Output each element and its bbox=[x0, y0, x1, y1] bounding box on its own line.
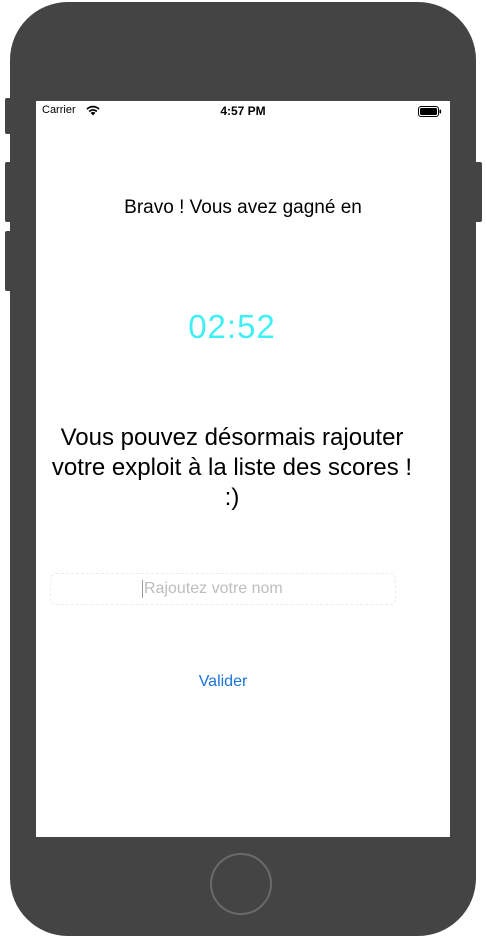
name-input[interactable] bbox=[144, 580, 304, 598]
elapsed-time: 02:52 bbox=[188, 308, 276, 345]
mute-switch bbox=[5, 98, 13, 134]
status-bar: Carrier 4:57 PM bbox=[36, 101, 450, 121]
status-time: 4:57 PM bbox=[220, 104, 266, 118]
win-headline: Bravo ! Vous avez gagné en bbox=[124, 197, 362, 218]
home-button[interactable] bbox=[210, 853, 272, 915]
name-field[interactable] bbox=[50, 573, 396, 605]
power-button bbox=[473, 162, 482, 222]
volume-up-button bbox=[5, 162, 13, 222]
volume-down-button bbox=[5, 231, 13, 291]
submit-button[interactable]: Valider bbox=[36, 673, 410, 691]
score-message: Vous pouvez désormais rajouter votre exp… bbox=[51, 424, 413, 511]
text-caret bbox=[142, 580, 143, 598]
app-screen: Carrier 4:57 PM Bravo ! Vous avez gagné … bbox=[36, 101, 450, 837]
battery-icon bbox=[418, 106, 442, 117]
